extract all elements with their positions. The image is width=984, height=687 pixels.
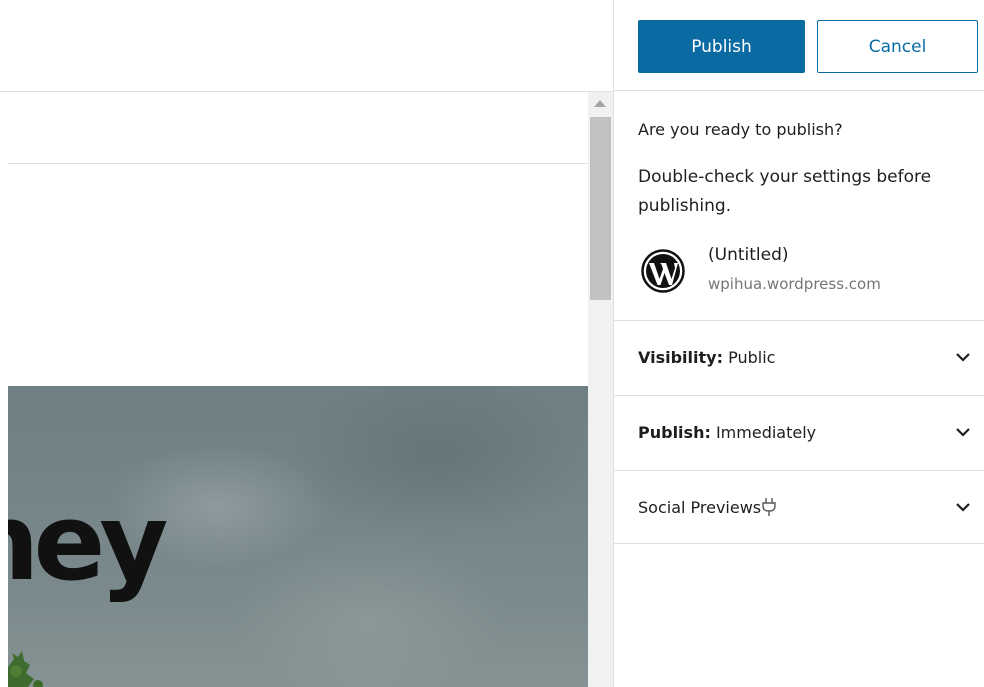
wordpress-logo-icon	[641, 249, 685, 293]
publish-panel: Publish Cancel Are you ready to publish?…	[613, 0, 984, 687]
ready-to-publish-heading: Are you ready to publish?	[638, 120, 843, 139]
editor-top-bar	[0, 0, 613, 92]
chevron-down-icon[interactable]	[955, 501, 971, 513]
site-info: (Untitled) wpihua.wordpress.com	[638, 243, 978, 303]
editor-area: ney	[0, 0, 613, 687]
scroll-up-arrow-icon[interactable]	[594, 100, 606, 107]
plug-icon	[762, 498, 776, 516]
visibility-label: Visibility: Public	[638, 348, 776, 367]
chevron-down-icon[interactable]	[955, 426, 971, 438]
visibility-row[interactable]: Visibility: Public	[614, 320, 984, 394]
cancel-button[interactable]: Cancel	[817, 20, 978, 73]
publish-schedule-row[interactable]: Publish: Immediately	[614, 395, 984, 469]
publish-button[interactable]: Publish	[638, 20, 805, 73]
cover-title[interactable]: ney	[8, 490, 168, 596]
publish-schedule-label: Publish: Immediately	[638, 423, 817, 442]
social-previews-label: Social Previews	[638, 498, 762, 517]
cover-image-block[interactable]: ney	[8, 386, 588, 687]
scrollbar-thumb[interactable]	[590, 117, 611, 300]
social-previews-row[interactable]: Social Previews	[614, 470, 984, 544]
tree-foliage-image	[8, 651, 43, 687]
site-title: (Untitled)	[708, 245, 789, 265]
publish-panel-header: Publish Cancel	[614, 0, 984, 91]
site-url: wpihua.wordpress.com	[708, 275, 881, 293]
divider	[8, 163, 588, 164]
editor-canvas[interactable]: ney	[8, 92, 588, 687]
editor-scrollbar[interactable]	[588, 92, 613, 687]
chevron-down-icon[interactable]	[955, 351, 971, 363]
publish-description: Double-check your settings before publis…	[638, 167, 932, 216]
